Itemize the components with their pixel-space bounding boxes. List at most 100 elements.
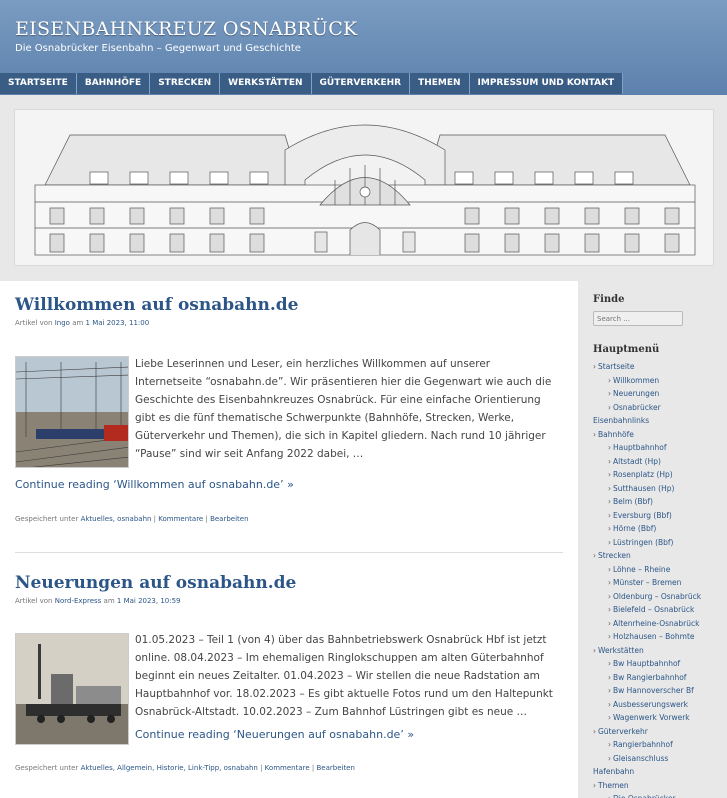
menu-item[interactable]: › Neuerungen [593, 387, 723, 401]
menu-item-label: Hauptbahnhof [613, 443, 667, 452]
menu-item[interactable]: › Rosenplatz (Hp) [593, 468, 723, 482]
arrow-icon: › [593, 429, 596, 439]
menu-item[interactable]: ›Die Osnabrücker [593, 792, 723, 798]
arrow-icon: › [608, 456, 611, 466]
menu-item-label: Gleisanschluss [613, 753, 669, 763]
menu-item[interactable]: › Gleisanschluss [593, 752, 723, 766]
meta-prefix: Artikel von [15, 319, 53, 327]
menu-item-label: Eisenbahnlinks [593, 416, 650, 425]
menu-item-label: Belm (Bbf) [613, 497, 653, 506]
author-link[interactable]: Ingo [55, 319, 70, 327]
depot-photo [16, 634, 128, 744]
menu-item-label: Altenrheine-Osnabrück [613, 618, 700, 628]
arrow-icon: › [608, 443, 611, 452]
site-title[interactable]: EISENBAHNKREUZ OSNABRÜCK [15, 18, 358, 40]
nav-startseite[interactable]: STARTSEITE [0, 73, 77, 94]
read-more-link[interactable]: Continue reading ‘Neuerungen auf osnabah… [135, 728, 414, 741]
menu-item[interactable]: › Ausbesserungswerk [593, 698, 723, 712]
arrow-icon: › [608, 564, 611, 574]
menu-item[interactable]: › Oldenburg – Osnabrück [593, 590, 723, 604]
menu-item-label: Rangierbahnhof [613, 740, 673, 749]
post-thumbnail[interactable] [15, 356, 129, 468]
menu-item[interactable]: › Münster – Bremen [593, 576, 723, 590]
post-footer: Gespeichert unter Aktuelles, Allgemein, … [15, 764, 355, 772]
menu-item[interactable]: › Hörne (Bbf) [593, 522, 723, 536]
menu-item[interactable]: › Lüstringen (Bbf) [593, 536, 723, 550]
arrow-icon: › [608, 524, 611, 533]
author-link[interactable]: Nord-Express [55, 597, 102, 605]
post-title[interactable]: Willkommen auf osnabahn.de [15, 295, 563, 315]
site-header: EISENBAHNKREUZ OSNABRÜCK Die Osnabrücker… [0, 0, 727, 95]
comments-link[interactable]: Kommentare [158, 515, 203, 523]
menu-item-label: Startseite [598, 362, 635, 371]
menu-item[interactable]: › Werkstätten [593, 644, 723, 658]
menu-item[interactable]: › Osnabrücker [593, 401, 723, 415]
search-input[interactable] [593, 311, 683, 326]
post-excerpt: Liebe Leserinnen und Leser, ein herzlich… [135, 358, 552, 460]
category-links[interactable]: Aktuelles, Allgemein, Historie, Link-Tip… [81, 764, 258, 772]
menu-item[interactable]: › Altstadt (Hp) [593, 455, 723, 469]
menu-item-label: Bielefeld – Osnabrück [613, 605, 695, 614]
nav-impressum-kontakt[interactable]: IMPRESSUM UND KONTAKT [469, 73, 624, 94]
railway-photo [16, 357, 128, 467]
menu-item-label: Münster – Bremen [613, 578, 682, 587]
menu-item[interactable]: › Güterverkehr [593, 725, 723, 739]
date-link[interactable]: 1 Mai 2023, 11:00 [86, 319, 150, 327]
station-drawing [34, 124, 696, 256]
edit-link[interactable]: Bearbeiten [210, 515, 248, 523]
meta-prefix: Artikel von [15, 597, 53, 605]
menu-item[interactable]: › Bielefeld – Osnabrück [593, 603, 723, 617]
category-links[interactable]: Aktuelles, osnabahn [81, 515, 152, 523]
menu-item-label: Willkommen [613, 375, 660, 385]
arrow-icon: › [608, 618, 611, 628]
arrow-icon: › [608, 483, 611, 493]
menu-item-label: Die Osnabrücker [613, 794, 676, 798]
arrow-icon: › [608, 672, 611, 682]
menu-item-label: Ausbesserungswerk [613, 699, 689, 709]
menu-item[interactable]: › Bahnhöfe [593, 428, 723, 442]
menu-item[interactable]: › Startseite [593, 360, 723, 374]
date-link[interactable]: 1 Mai 2023, 10:59 [117, 597, 181, 605]
menu-item[interactable]: › Eversburg (Bbf) [593, 509, 723, 523]
menu-item[interactable]: › Sutthausen (Hp) [593, 482, 723, 496]
menu-item[interactable]: › Hauptbahnhof [593, 441, 723, 455]
arrow-icon: › [608, 510, 611, 520]
menu-item-label: Bw Hauptbahnhof [613, 659, 681, 668]
menu-item[interactable]: Hafenbahn [593, 765, 723, 779]
menu-item[interactable]: › Rangierbahnhof [593, 738, 723, 752]
post-meta: Artikel von Nord-Express am 1 Mai 2023, … [15, 597, 563, 605]
menu-item-label: Hörne (Bbf) [613, 524, 657, 533]
post-thumbnail[interactable] [15, 633, 129, 745]
menu-item[interactable]: › Strecken [593, 549, 723, 563]
menu-item[interactable]: › Löhne – Rheine [593, 563, 723, 577]
nav-bahnhoefe[interactable]: BAHNHÖFE [76, 73, 151, 94]
arrow-icon: › [593, 726, 596, 736]
arrow-icon: › [593, 780, 596, 790]
menu-item[interactable]: › Wagenwerk Vorwerk [593, 711, 723, 725]
menu-item[interactable]: › Bw Hannoverscher Bf [593, 684, 723, 698]
arrow-icon: › [608, 470, 611, 479]
arrow-icon: › [608, 686, 611, 695]
menu-item[interactable]: › Altenrheine-Osnabrück [593, 617, 723, 631]
menu-item[interactable]: › Belm (Bbf) [593, 495, 723, 509]
menu-item[interactable]: › Themen [593, 779, 723, 793]
post-meta: Artikel von Ingo am 1 Mai 2023, 11:00 [15, 319, 563, 327]
menu-item-label: Holzhausen – Bohmte [613, 632, 695, 641]
footer-prefix: Gespeichert unter [15, 764, 79, 772]
nav-werkstaetten[interactable]: WERKSTÄTTEN [220, 73, 312, 94]
nav-themen[interactable]: THEMEN [410, 73, 470, 94]
menu-item[interactable]: › Bw Hauptbahnhof [593, 657, 723, 671]
menu-item[interactable]: › Holzhausen – Bohmte [593, 630, 723, 644]
nav-strecken[interactable]: STRECKEN [150, 73, 221, 94]
nav-gueterverkehr[interactable]: GÜTERVERKEHR [311, 73, 411, 94]
read-more-link[interactable]: Continue reading ‘Willkommen auf osnabah… [15, 478, 294, 491]
menu-item[interactable]: › Bw Rangierbahnhof [593, 671, 723, 685]
comments-link[interactable]: Kommentare [265, 764, 310, 772]
menu-item[interactable]: › Willkommen [593, 374, 723, 388]
arrow-icon: › [608, 632, 611, 641]
edit-link[interactable]: Bearbeiten [316, 764, 354, 772]
menu-item[interactable]: Eisenbahnlinks [593, 414, 723, 428]
meta-mid: am [103, 597, 115, 605]
post-title[interactable]: Neuerungen auf osnabahn.de [15, 573, 563, 593]
arrow-icon: › [608, 389, 611, 398]
